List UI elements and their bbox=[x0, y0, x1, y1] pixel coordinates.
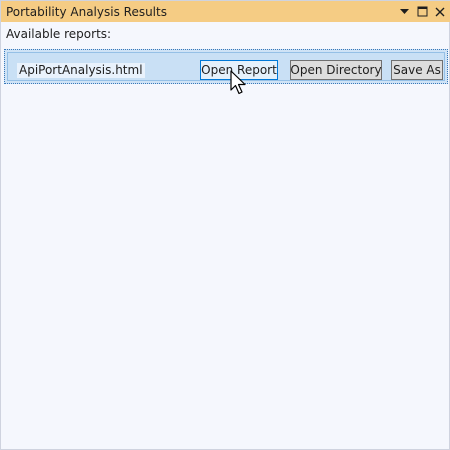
maximize-icon[interactable] bbox=[415, 5, 429, 19]
window-title: Portability Analysis Results bbox=[6, 4, 167, 19]
report-file-name: ApiPortAnalysis.html bbox=[17, 63, 145, 78]
open-directory-button[interactable]: Open Directory bbox=[290, 60, 382, 80]
report-list-item-inner: ApiPortAnalysis.html Open Report Open Di… bbox=[7, 52, 445, 81]
dropdown-arrow-icon[interactable] bbox=[397, 5, 411, 19]
title-bar-controls bbox=[397, 1, 447, 22]
close-icon[interactable] bbox=[433, 5, 447, 19]
available-reports-label: Available reports: bbox=[6, 27, 112, 41]
save-as-button[interactable]: Save As bbox=[391, 60, 443, 80]
arrow-cursor-icon bbox=[230, 70, 248, 96]
title-bar[interactable]: Portability Analysis Results bbox=[1, 1, 450, 22]
report-list-item[interactable]: ApiPortAnalysis.html Open Report Open Di… bbox=[4, 49, 448, 84]
tool-window: Portability Analysis Results Available r… bbox=[0, 0, 450, 450]
